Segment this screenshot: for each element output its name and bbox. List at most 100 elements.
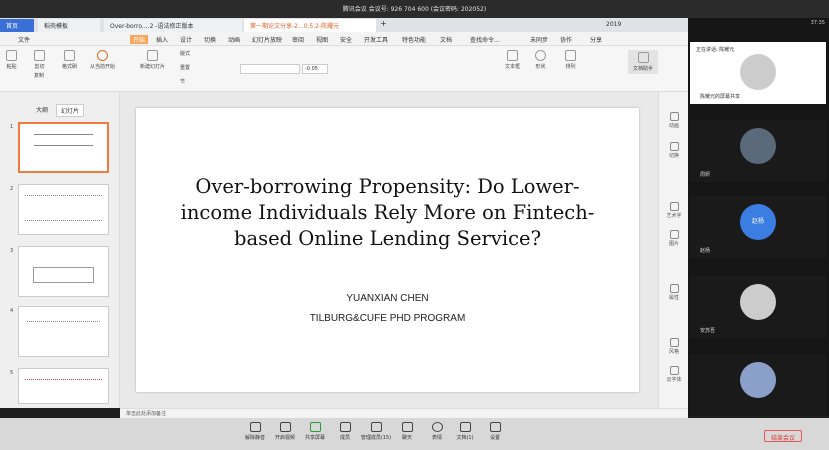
avatar (740, 54, 776, 90)
slide-thumbnail-panel: 大纲 幻灯片 1 2 3 4 5 (0, 92, 120, 408)
menu-view[interactable]: 视图 (316, 35, 328, 44)
menu-devtools[interactable]: 开发工具 (364, 35, 388, 44)
slide-thumbnail-2[interactable] (18, 184, 109, 235)
menu-bar: 文件 开始 插入 设计 切换 动画 幻灯片放映 审阅 视图 安全 开发工具 特色… (0, 32, 688, 46)
chat-button[interactable]: 聊天 (394, 422, 420, 441)
meeting-clock: 37:35 (810, 20, 825, 26)
slide-thumbnail-3[interactable] (18, 246, 109, 297)
arrange-button[interactable]: 排列 (565, 50, 576, 70)
transition-tool[interactable]: 切换 (659, 142, 689, 159)
section-button[interactable]: 节 (180, 78, 185, 85)
play-from-current-button[interactable]: 从当前开始 (90, 50, 115, 70)
emoji-button[interactable]: 表情 (424, 422, 450, 441)
chat-icon (401, 422, 413, 432)
document-icon (459, 422, 471, 432)
start-video-button[interactable]: 开启视频 (272, 422, 298, 441)
picture-icon (669, 230, 679, 239)
thumb-text-lines (25, 195, 102, 221)
doc-assistant-button[interactable]: 文档助手 (628, 50, 658, 74)
ribbon: 粘贴 剪切 复制 格式刷 从当前开始 新建幻灯片 版式 重置 节 -0.05 文… (0, 46, 688, 92)
avatar (740, 362, 776, 398)
menu-start[interactable]: 开始 (130, 35, 149, 44)
video-tile-zhouyan[interactable]: 周妍 (690, 120, 826, 182)
textbox-button[interactable]: 文本框 (505, 50, 520, 70)
menu-special[interactable]: 特色功能 (402, 35, 426, 44)
thumb-number: 5 (10, 370, 14, 376)
end-meeting-button[interactable]: 结束会议 (764, 430, 802, 442)
menu-design[interactable]: 设计 (180, 35, 192, 44)
video-tile-ansuwu[interactable]: 安苏吾 (690, 276, 826, 338)
menu-doc[interactable]: 文档 (440, 35, 452, 44)
slide-author[interactable]: YUANXIAN CHEN (136, 293, 639, 304)
video-tile-screenshare[interactable]: 正在讲话: 陈耀元 陈耀元的屏幕共享 (690, 42, 826, 104)
cloud-font-icon (669, 366, 679, 375)
slide-program[interactable]: TILBURG&CUFE PHD PROGRAM (136, 313, 639, 324)
slide-title[interactable]: Over-borrowing Propensity: Do Lower-inco… (166, 174, 609, 252)
members-button[interactable]: 成员 (332, 422, 358, 441)
paste-button[interactable]: 粘贴 (6, 50, 17, 70)
menu-insert[interactable]: 插入 (156, 35, 168, 44)
cloud-font-tool[interactable]: 云字体 (659, 366, 689, 383)
tab-doc-grammar[interactable]: Over-borro....2 -语法修正版本 (104, 19, 242, 32)
shape-icon (535, 50, 546, 61)
font-name-input[interactable] (240, 64, 300, 74)
menu-transition[interactable]: 切换 (204, 35, 216, 44)
paste-icon (6, 50, 17, 61)
share-screen-button[interactable]: 共享屏幕 (302, 422, 328, 441)
font-size-input[interactable]: -0.05 (302, 64, 328, 74)
manage-members-button[interactable]: 管理成员(15) (360, 422, 392, 441)
picture-tool[interactable]: 图片 (659, 230, 689, 247)
slide[interactable]: Over-borrowing Propensity: Do Lower-inco… (136, 108, 639, 392)
wordart-tool[interactable]: 艺术字 (659, 202, 689, 219)
reset-button[interactable]: 重置 (180, 64, 190, 71)
video-tile-zhaoyang[interactable]: 赵杨 赵杨 (690, 196, 826, 258)
textbox-icon (507, 50, 518, 61)
documents-button[interactable]: 文档(1) (452, 422, 478, 441)
doc-assistant-icon (637, 52, 649, 63)
tab-doc-active[interactable]: 第一期论文分享-2...0.5.2-陈耀元 (244, 19, 376, 32)
unmute-button[interactable]: 解除静音 (242, 422, 268, 441)
menu-security[interactable]: 安全 (340, 35, 352, 44)
video-tile-5[interactable] (690, 354, 826, 416)
thumb-text-lines (25, 379, 102, 399)
slide-thumbnail-1[interactable] (18, 122, 109, 173)
collab-button[interactable]: 协作 (560, 35, 572, 44)
menu-slideshow[interactable]: 幻灯片放映 (252, 35, 282, 44)
property-tool[interactable]: 属性 (659, 284, 689, 301)
slide-thumbnail-4[interactable] (18, 306, 109, 357)
participant-name: 安苏吾 (700, 328, 716, 334)
sync-status[interactable]: 未同步 (530, 35, 548, 44)
tab-template[interactable]: 稻壳模板 (38, 19, 100, 32)
slides-tab[interactable]: 幻灯片 (56, 104, 85, 117)
format-painter-button[interactable]: 格式刷 (62, 50, 77, 70)
animation-tool[interactable]: 动画 (659, 112, 689, 129)
cut-icon (34, 50, 45, 61)
notes-placeholder[interactable]: 单击此处添加备注 (126, 410, 166, 417)
meeting-title-bar: 腾讯会议 会议号: 926 704 600 (会议密码: 202052) (0, 0, 829, 18)
notes-bar[interactable]: 单击此处添加备注 (120, 408, 688, 418)
tab-home[interactable]: 首页 (0, 19, 34, 32)
menu-file[interactable]: 文件 (18, 35, 30, 44)
new-slide-button[interactable]: 新建幻灯片 (140, 50, 165, 70)
wordart-icon (669, 202, 679, 211)
style-icon (669, 338, 679, 347)
thumb-diagram (33, 267, 94, 283)
share-button[interactable]: 分享 (590, 35, 602, 44)
slide-thumbnail-5[interactable] (18, 368, 109, 404)
meeting-info: 腾讯会议 会议号: 926 704 600 (会议密码: 202052) (342, 6, 487, 13)
layout-button[interactable]: 版式 (180, 50, 190, 57)
manage-members-icon (370, 422, 382, 432)
copy-button[interactable]: 复制 (34, 72, 44, 79)
participant-name: 赵杨 (700, 248, 711, 254)
avatar (740, 284, 776, 320)
outline-tab[interactable]: 大纲 (36, 105, 48, 114)
settings-button[interactable]: 设置 (482, 422, 508, 441)
menu-animation[interactable]: 动画 (228, 35, 240, 44)
new-tab-button[interactable]: + (378, 19, 392, 32)
cut-button[interactable]: 剪切 (34, 50, 45, 70)
menu-review[interactable]: 审阅 (292, 35, 304, 44)
thumb-number: 3 (10, 248, 14, 254)
menu-search[interactable]: 查找命令... (470, 35, 500, 44)
style-tool[interactable]: 风格 (659, 338, 689, 355)
shape-button[interactable]: 形状 (535, 50, 546, 70)
